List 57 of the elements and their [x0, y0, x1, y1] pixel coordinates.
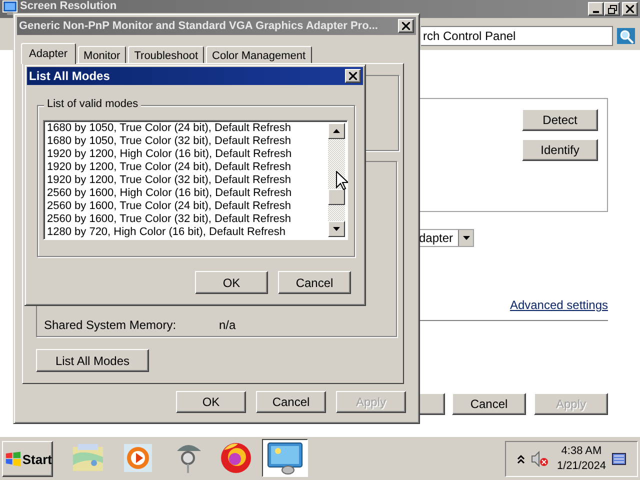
close-icon: [626, 5, 634, 13]
mode-item[interactable]: 2560 by 1600, True Color (32 bit), Default Refresh: [47, 213, 328, 226]
dialog-button[interactable]: Cancel: [452, 393, 526, 415]
tab[interactable]: Color Management: [206, 46, 312, 64]
clock-date: 1/21/2024: [557, 459, 606, 474]
close-button[interactable]: [345, 69, 361, 83]
clock-time: 4:38 AM: [561, 444, 602, 459]
advanced-settings-link[interactable]: Advanced settings: [510, 298, 608, 312]
mode-item[interactable]: 1680 by 1050, True Color (24 bit), Default Refresh: [47, 122, 328, 135]
network-icon[interactable]: [612, 453, 626, 465]
scrollbar-thumb[interactable]: [328, 189, 345, 205]
mode-item[interactable]: 2560 by 1600, High Color (16 bit), Default Refresh: [47, 187, 328, 200]
field-value: n/a: [219, 318, 236, 332]
tab[interactable]: Troubleshoot: [128, 46, 204, 64]
dialog-button[interactable]: OK: [176, 391, 246, 413]
address-field[interactable]: rch Control Panel: [421, 26, 613, 46]
field-label: Shared System Memory:: [44, 318, 178, 332]
start-button[interactable]: Start: [2, 441, 53, 477]
app-icon: [2, 0, 18, 16]
dialog-button[interactable]: Cancel: [278, 271, 351, 294]
search-button[interactable]: [615, 26, 637, 46]
close-icon: [402, 22, 410, 30]
play-icon: [123, 443, 153, 473]
dialog-title: Generic Non-PnP Monitor and Standard VGA Graphics Adapter Pro...: [19, 20, 378, 32]
mode-item[interactable]: 1280 by 720, High Color (16 bit), Default Refresh: [47, 226, 328, 239]
dialog-button[interactable]: Cancel: [256, 391, 326, 413]
dialog-title: List All Modes: [29, 69, 110, 83]
display-dropdown[interactable]: dapter: [418, 229, 474, 247]
browser-icon: [220, 442, 252, 474]
display-button[interactable]: Identify: [522, 139, 598, 161]
mode-item[interactable]: 1920 by 1200, True Color (32 bit), Default Refresh: [47, 174, 328, 187]
mode-item[interactable]: 1920 by 1200, True Color (24 bit), Default Refresh: [47, 161, 328, 174]
up-arrow-icon: [333, 129, 340, 133]
list-all-modes-button[interactable]: List All Modes: [36, 349, 149, 372]
mode-item[interactable]: 2560 by 1600, True Color (24 bit), Default Refresh: [47, 200, 328, 213]
display-button[interactable]: Detect: [522, 109, 598, 131]
group-label: List of valid modes: [44, 98, 142, 110]
display-settings-taskbar-button[interactable]: [262, 439, 308, 477]
speaker-muted-icon[interactable]: [531, 451, 549, 467]
map-icon: [72, 443, 104, 473]
modes-list[interactable]: [43, 120, 348, 240]
scroll-down-button[interactable]: [328, 221, 345, 237]
mouse-pointer-icon: [336, 171, 348, 190]
windows-flag-icon: [5, 451, 22, 467]
down-arrow-icon: [333, 227, 340, 231]
tab[interactable]: Monitor: [78, 46, 126, 64]
scroll-up-button[interactable]: [328, 123, 345, 139]
dialog-button[interactable]: OK: [195, 271, 268, 294]
caret-icon: [462, 236, 470, 240]
tab[interactable]: Adapter: [21, 43, 76, 64]
close-icon: [349, 72, 357, 80]
window-title: Screen Resolution: [20, 0, 117, 12]
mode-item[interactable]: 1920 by 1200, High Color (16 bit), Default Refresh: [47, 148, 328, 161]
restore-icon: [608, 4, 616, 14]
display-icon: [266, 441, 304, 475]
chevron-up-icon[interactable]: [517, 454, 525, 464]
mode-item[interactable]: 1680 by 1050, True Color (32 bit), Default Refresh: [47, 135, 328, 148]
